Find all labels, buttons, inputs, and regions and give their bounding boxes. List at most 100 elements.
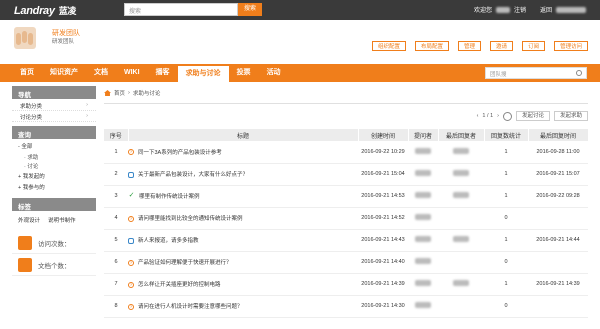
row-replies: 1: [484, 229, 528, 252]
start-help-button[interactable]: 发起求助: [553, 111, 588, 121]
chevron-right-icon: ›: [86, 113, 88, 119]
return-home-link[interactable]: 返回: [540, 5, 552, 14]
row-created: 2016-09-21 15:04: [358, 163, 408, 186]
logo[interactable]: Landray 蓝凌: [0, 4, 120, 17]
visits-stat: 访问次数：: [12, 232, 96, 254]
prev-page-icon[interactable]: ‹: [477, 113, 479, 119]
row-last-replier: [438, 163, 484, 186]
document-icon: [18, 257, 32, 272]
manage-access-button[interactable]: 管理访问: [554, 41, 589, 51]
next-page-icon[interactable]: ›: [497, 113, 499, 119]
main-content: 首页 › 求助与讨论 ‹ 1 / 1 › 发起讨论 发起求助 序号 标题 创建时间…: [104, 86, 589, 329]
subscribe-button[interactable]: 订阅: [522, 41, 546, 51]
nav-home[interactable]: 首页: [12, 64, 42, 82]
row-last-time: 2016-09-28 11:00: [528, 141, 588, 164]
question-icon: ?: [128, 281, 134, 288]
row-title[interactable]: ? 怎么样让开关插座更好的控制电路: [128, 273, 358, 296]
global-search-button[interactable]: 搜索: [238, 3, 262, 16]
row-number: 8: [104, 295, 128, 318]
row-asker: [408, 141, 438, 164]
nav-docs[interactable]: 文档: [86, 64, 116, 82]
nav-help-discuss[interactable]: 求助与讨论: [177, 64, 229, 82]
sidebar-item-help-category[interactable]: 求助分类 ›: [12, 100, 96, 111]
row-last-replier: [438, 207, 484, 230]
row-last-replier: [438, 273, 484, 296]
sidebar-item-my-joined[interactable]: + 我参与的: [12, 181, 96, 192]
page-indicator: 1 / 1: [482, 113, 494, 119]
row-replies: 1: [484, 163, 528, 186]
org-config-button[interactable]: 组织配置: [372, 41, 407, 51]
row-asker: [408, 251, 438, 274]
row-last-time: [528, 251, 588, 274]
sidebar-item-discuss-category[interactable]: 讨论分类 ›: [12, 111, 96, 122]
tag-item[interactable]: 说明书制作: [48, 216, 76, 224]
table-row[interactable]: 5 新人来报道，请多多指教 2016-09-21 14:43 1 2016-09-21 …: [104, 229, 588, 252]
logout-link[interactable]: 注销: [514, 5, 526, 14]
sidebar-item-my-posts[interactable]: + 我发起的: [12, 170, 96, 181]
team-search-input[interactable]: 团队搜: [485, 67, 587, 79]
row-number: 3: [104, 185, 128, 208]
row-asker: [408, 273, 438, 296]
nav-knowledge[interactable]: 知识资产: [42, 64, 86, 82]
table-row[interactable]: 2 关于最新产品包装设计，大家有什么好点子？ 2016-09-21 15:04 1 20…: [104, 163, 588, 186]
start-discussion-button[interactable]: 发起讨论: [515, 111, 550, 121]
row-created: 2016-09-21 14:30: [358, 295, 408, 318]
row-last-time: [528, 207, 588, 230]
nav-vote[interactable]: 投票: [229, 64, 259, 82]
invite-button[interactable]: 邀请: [490, 41, 514, 51]
layout-config-button[interactable]: 布局配置: [415, 41, 450, 51]
table-header-row: 序号 标题 创建时间 提问者 最后回复者 回复数统计 最后回复时间: [104, 129, 589, 141]
table-row[interactable]: 1? 同一下3A系列的产品包装设计参考 2016-09-22 10:29 1 2016-…: [104, 141, 588, 164]
manage-button[interactable]: 管理: [458, 41, 482, 51]
row-title[interactable]: ? 请问哪里能找到比较全的通知传统设计案例: [128, 207, 358, 230]
table-row[interactable]: 7? 怎么样让开关插座更好的控制电路 2016-09-21 14:39 1 2016-0…: [104, 273, 588, 296]
home-name: [556, 6, 586, 13]
row-number: 4: [104, 207, 128, 230]
row-created: 2016-09-21 14:52: [358, 207, 408, 230]
row-last-replier: [438, 295, 484, 318]
row-asker: [408, 229, 438, 252]
row-title[interactable]: ? 产品验证如何理解便于快速开展进行？: [128, 251, 358, 274]
table-row[interactable]: 3 ✓ 哪里有制作传统设计案例 2016-09-21 14:53 1 2016-09-22…: [104, 185, 588, 208]
row-replies: 1: [484, 273, 528, 296]
tags-section-title: 标签: [12, 198, 96, 211]
row-last-time: 2016-09-21 14:44: [528, 229, 588, 252]
refresh-icon[interactable]: [502, 111, 512, 121]
row-title[interactable]: 新人来报道，请多多指教: [128, 229, 358, 252]
row-title[interactable]: 关于最新产品包装设计，大家有什么好点子？: [128, 163, 358, 186]
nav-wiki[interactable]: WIKI: [116, 64, 148, 82]
row-last-time: 2016-09-22 09:28: [528, 185, 588, 208]
check-icon: ✓: [128, 191, 135, 199]
row-last-replier: [438, 141, 484, 164]
sidebar: 导航 求助分类 › 讨论分类 › 查询 - 全部 · 求助 · 讨论 + 我发起的 …: [12, 86, 96, 329]
nav-events[interactable]: 活动: [259, 64, 289, 82]
user-icon: [18, 235, 32, 250]
global-search-input[interactable]: 搜索: [124, 3, 238, 16]
sidebar-item-discuss[interactable]: · 讨论: [12, 161, 96, 170]
question-icon: ?: [128, 259, 134, 266]
row-replies: 0: [484, 207, 528, 230]
table-row[interactable]: 6? 产品验证如何理解便于快速开展进行？ 2016-09-21 14:40 0: [104, 251, 588, 274]
home-icon[interactable]: [104, 90, 111, 96]
sidebar-item-help[interactable]: · 求助: [12, 151, 96, 161]
chat-icon: [128, 237, 134, 244]
row-last-time: 2016-09-21 14:39: [528, 273, 588, 296]
tag-item[interactable]: 外观设计: [18, 216, 40, 224]
row-title[interactable]: ? 请问在进行人机设计时需要注意哪些问题？: [128, 295, 358, 318]
row-title[interactable]: ✓ 哪里有制作传统设计案例: [128, 185, 358, 208]
docs-stat: 文档个数：: [12, 254, 96, 276]
row-asker: [408, 185, 438, 208]
sidebar-item-all[interactable]: - 全部: [12, 140, 96, 151]
nav-podcast[interactable]: 播客: [148, 64, 178, 82]
row-title[interactable]: ? 同一下3A系列的产品包装设计参考: [128, 141, 358, 164]
chat-icon: [128, 171, 134, 178]
row-number: 1: [104, 141, 128, 164]
nav-section-title: 导航: [12, 86, 96, 99]
table-row[interactable]: 4? 请问哪里能找到比较全的通知传统设计案例 2016-09-21 14:52 0: [104, 207, 588, 230]
search-icon[interactable]: [576, 70, 582, 76]
row-created: 2016-09-21 14:53: [358, 185, 408, 208]
pagination: ‹ 1 / 1 ›: [477, 113, 499, 119]
row-replies: 1: [484, 185, 528, 208]
table-row[interactable]: 8? 请问在进行人机设计时需要注意哪些问题？ 2016-09-21 14:30 0: [104, 295, 588, 318]
row-created: 2016-09-21 14:40: [358, 251, 408, 274]
